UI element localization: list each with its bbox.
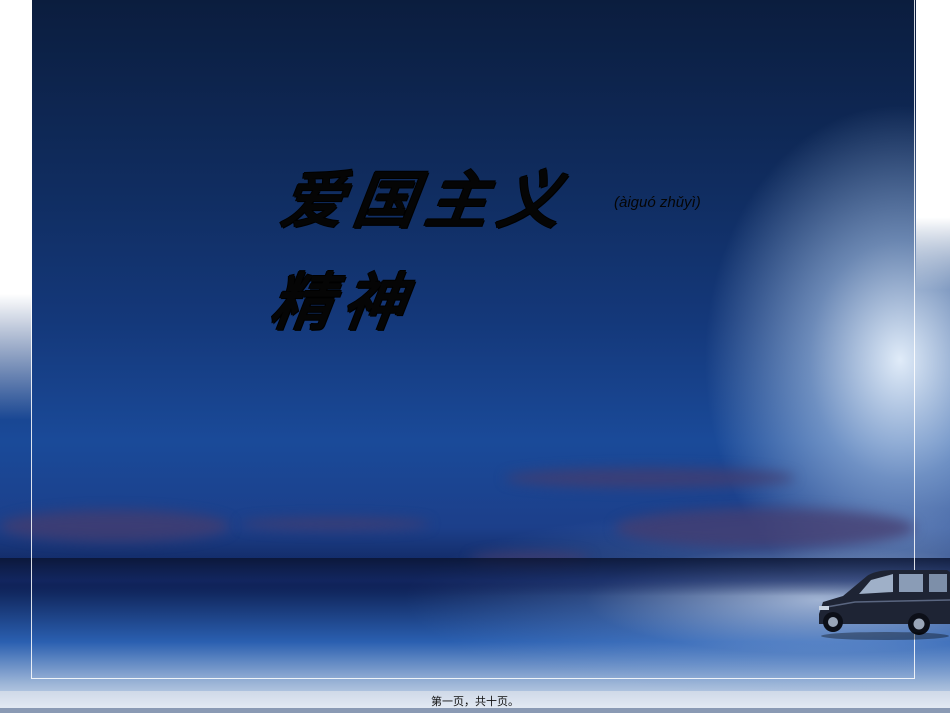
left-white-margin — [0, 0, 32, 420]
slide: 爱国主义 精神 (àiguó zhǔyì) 第一页，共十页。 — [0, 0, 950, 713]
title-line-2: 精神 — [266, 266, 421, 339]
slide-frame — [31, 0, 915, 679]
title-line-1: 爱国主义 — [277, 164, 576, 237]
page-indicator: 第一页，共十页。 — [431, 695, 519, 708]
pinyin-annotation: (àiguó zhǔyì) — [614, 194, 701, 211]
right-white-margin — [916, 0, 950, 290]
car-icon — [819, 570, 950, 640]
